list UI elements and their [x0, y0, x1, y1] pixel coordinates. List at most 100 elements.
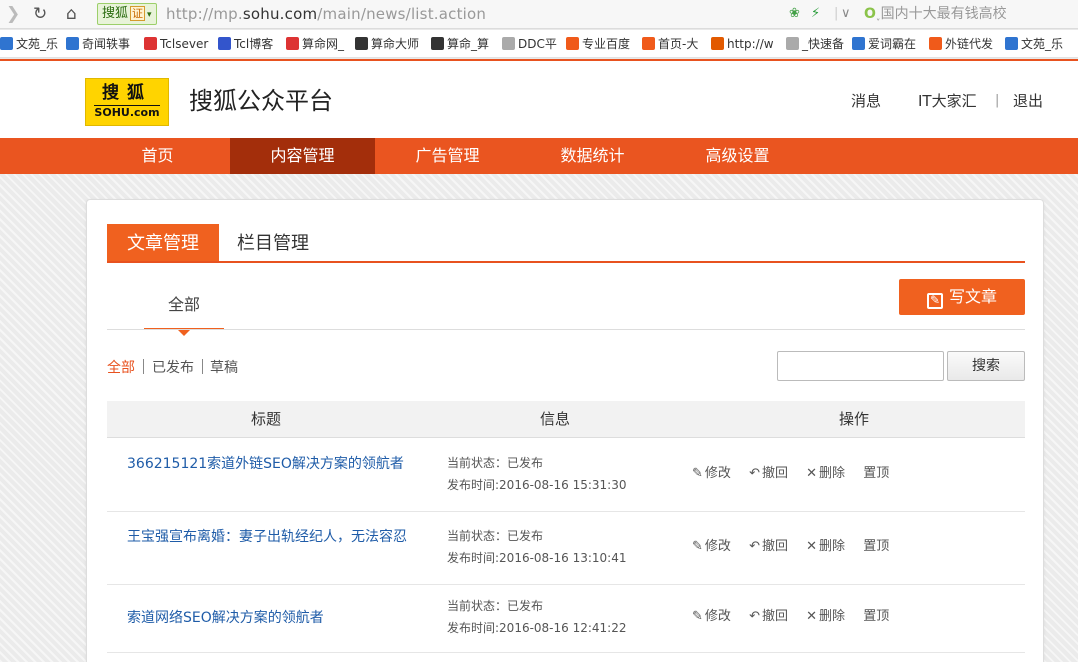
- pin-button[interactable]: 置顶: [863, 465, 889, 483]
- bookmark-item[interactable]: DDC平: [502, 36, 557, 52]
- bookmark-icon: [566, 37, 579, 50]
- table-header: 标题 信息 操作: [107, 401, 1025, 438]
- search-hint-text: 国内十大最有钱高校: [880, 6, 1007, 22]
- nav-content-management[interactable]: 内容管理: [230, 138, 375, 174]
- bookmark-item[interactable]: _快速备: [786, 36, 844, 52]
- nav-statistics[interactable]: 数据统计: [520, 138, 665, 174]
- browser-search-field[interactable]: O˯国内十大最有钱高校: [864, 4, 1007, 24]
- bookmark-item[interactable]: 奇闻轶事: [66, 36, 130, 52]
- search-input[interactable]: [777, 351, 944, 381]
- url-path: /main/news/list.action: [317, 5, 487, 23]
- edit-button[interactable]: ✎ 修改: [692, 608, 731, 626]
- tab-article-management[interactable]: 文章管理: [107, 224, 219, 263]
- bookmark-label: DDC平: [518, 37, 557, 51]
- messages-link[interactable]: 消息: [851, 91, 881, 111]
- edit-button[interactable]: ✎ 修改: [692, 465, 731, 483]
- undo-icon: ↶: [749, 539, 760, 554]
- bookmarks-bar: 文苑_乐 奇闻轶事 Tclsever Tcl博客 算命网_ 算命大师 算命_算 …: [0, 30, 1078, 58]
- tab-underline: [107, 261, 1025, 263]
- filter-draft[interactable]: 草稿: [210, 360, 238, 376]
- url-prefix: http://mp.: [166, 5, 243, 23]
- write-article-button[interactable]: ✎ 写文章: [899, 279, 1025, 315]
- lightning-icon[interactable]: ⚡: [811, 4, 820, 24]
- sub-tab-all[interactable]: 全部: [144, 286, 224, 336]
- withdraw-button[interactable]: ↶ 撤回: [749, 538, 788, 556]
- bookmark-icon: [218, 37, 231, 50]
- withdraw-button[interactable]: ↶ 撤回: [749, 608, 788, 626]
- bookmark-label: 算命网_: [302, 37, 345, 51]
- bookmark-item[interactable]: 首页-大: [642, 36, 698, 52]
- withdraw-label: 撤回: [761, 466, 788, 481]
- tab-column-management[interactable]: 栏目管理: [217, 224, 329, 263]
- bookmark-item[interactable]: 算命_算: [431, 36, 489, 52]
- article-title-link[interactable]: 索道网络SEO解决方案的领航者: [127, 607, 412, 629]
- search-button[interactable]: 搜索: [947, 351, 1025, 381]
- bookmark-item[interactable]: 文苑_乐: [1005, 36, 1063, 52]
- article-title-link[interactable]: 366215121索道外链SEO解决方案的领航者: [127, 453, 412, 475]
- bookmark-icon: [1005, 37, 1018, 50]
- withdraw-button[interactable]: ↶ 撤回: [749, 465, 788, 483]
- url-field[interactable]: http://mp.sohu.com/main/news/list.action: [166, 4, 486, 24]
- article-info: 当前状态：已发布 发布时间:2016-08-16 12:41:22: [447, 595, 627, 639]
- nav-home[interactable]: 首页: [85, 138, 230, 174]
- undo-icon: ↶: [749, 466, 760, 481]
- site-identity-badge[interactable]: 搜狐证 ▾: [97, 3, 157, 25]
- header-separator: |: [995, 93, 1000, 108]
- bookmark-item[interactable]: 专业百度: [566, 36, 630, 52]
- article-status: 当前状态：已发布: [447, 456, 544, 470]
- pencil-icon: ✎: [692, 539, 703, 554]
- back-icon[interactable]: ❯: [6, 4, 20, 24]
- sub-tab-divider: [107, 329, 1025, 330]
- delete-button[interactable]: ✕ 删除: [806, 608, 845, 626]
- bookmark-item[interactable]: 算命大师: [355, 36, 419, 52]
- logout-link[interactable]: 退出: [1013, 91, 1043, 111]
- bookmark-icon: [711, 37, 724, 50]
- bookmark-icon: [355, 37, 368, 50]
- bookmark-label: 文苑_乐: [1021, 37, 1064, 51]
- site-identity-label: 搜狐: [102, 6, 129, 21]
- bookmark-icon: [0, 37, 13, 50]
- withdraw-label: 撤回: [761, 609, 788, 624]
- nav-ad-management[interactable]: 广告管理: [375, 138, 520, 174]
- bookmark-item[interactable]: Tcl博客: [218, 36, 273, 52]
- sohu-logo[interactable]: 搜狐 SOHU.com: [85, 78, 169, 126]
- filter-published[interactable]: 已发布: [152, 360, 194, 376]
- column-header-ops: 操作: [839, 410, 870, 428]
- bookmark-item[interactable]: 文苑_乐: [0, 36, 58, 52]
- undo-icon: ↶: [749, 609, 760, 624]
- article-publish-time: 发布时间:2016-08-16 12:41:22: [447, 621, 627, 635]
- edit-button[interactable]: ✎ 修改: [692, 538, 731, 556]
- nav-advanced-settings[interactable]: 高级设置: [665, 138, 810, 174]
- bookmark-label: Tclsever: [160, 37, 209, 51]
- bookmark-label: 奇闻轶事: [82, 37, 131, 51]
- bookmark-label: Tcl博客: [234, 37, 274, 51]
- bookmark-icon: [786, 37, 799, 50]
- close-icon: ✕: [806, 539, 818, 554]
- pencil-icon: ✎: [692, 609, 703, 624]
- home-icon[interactable]: ⌂: [66, 4, 77, 24]
- pencil-icon: ✎: [692, 466, 703, 481]
- bookmark-item[interactable]: Tclsever: [144, 36, 208, 52]
- bookmark-item[interactable]: 爱词霸在: [852, 36, 916, 52]
- delete-button[interactable]: ✕ 删除: [806, 465, 845, 483]
- compat-mode-icon[interactable]: ❀: [789, 4, 800, 24]
- pin-button[interactable]: 置顶: [863, 538, 889, 556]
- withdraw-label: 撤回: [761, 539, 788, 554]
- bookmark-item[interactable]: 算命网_: [286, 36, 344, 52]
- delete-button[interactable]: ✕ 删除: [806, 538, 845, 556]
- filter-all[interactable]: 全部: [107, 360, 135, 376]
- reload-icon[interactable]: ↻: [33, 4, 47, 24]
- user-name-link[interactable]: IT大家汇: [918, 91, 977, 111]
- close-icon: ✕: [806, 609, 818, 624]
- bookmark-icon: [502, 37, 515, 50]
- article-title-link[interactable]: 王宝强宣布离婚：妻子出轨经纪人，无法容忍: [127, 526, 412, 548]
- bookmark-item[interactable]: 外链代发: [929, 36, 993, 52]
- dropdown-arrow-icon[interactable]: ∨: [841, 4, 851, 24]
- article-info: 当前状态：已发布 发布时间:2016-08-16 13:10:41: [447, 525, 627, 569]
- pin-button[interactable]: 置顶: [863, 608, 889, 626]
- filter-separator: [202, 359, 203, 374]
- bookmark-label: 专业百度: [582, 37, 631, 51]
- edit-label: 修改: [704, 539, 731, 554]
- logo-text: 搜狐: [102, 83, 152, 103]
- bookmark-item[interactable]: http://w: [711, 36, 774, 52]
